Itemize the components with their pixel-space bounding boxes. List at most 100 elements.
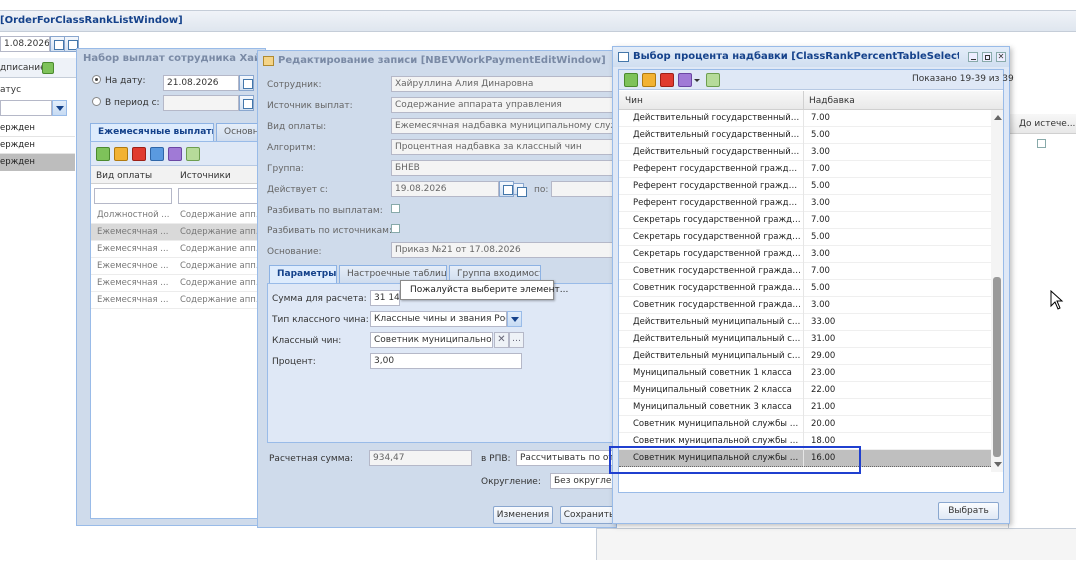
scroll-down-icon[interactable] [994,462,1002,467]
table-row[interactable]: Советник государственной гражданско... 3.… [619,297,991,314]
table-row[interactable]: Советник государственной гражданско... 7.… [619,263,991,280]
table-row[interactable]: Действительный государственный сов... 3.0… [619,144,991,161]
more-actions-chevron-icon[interactable] [694,79,700,82]
table-row[interactable]: Секретарь государственной гражданск... 5.… [619,229,991,246]
result-sum-field[interactable]: 934,47 [369,450,472,466]
back-row-selected[interactable]: ержден [0,154,75,171]
table-row[interactable]: Ежемесячная ... Содержание апп... [91,292,267,309]
filter-payment-type[interactable] [94,188,172,204]
period-from-field[interactable] [163,95,239,111]
tab-params[interactable]: Параметры [269,265,337,283]
cell-divider [803,212,804,229]
period-calendar-icon[interactable] [239,95,254,111]
valid-to-field[interactable] [551,181,617,197]
edit-icon[interactable] [114,147,128,161]
changes-button[interactable]: Изменения [493,506,553,524]
table-row[interactable]: Должностной ... Содержание апп... [91,207,267,224]
table-row[interactable]: Действительный муниципальный совет... 33.… [619,314,991,331]
table-row[interactable]: Советник муниципальной службы 1 кл... 20.… [619,416,991,433]
lower-background-strip [596,528,1076,560]
payment-type-field[interactable]: Ежемесячная надбавка муниципальному служ… [391,118,617,134]
close-icon[interactable]: ✕ [996,52,1006,62]
table-row[interactable]: Действительный муниципальный совет... 31.… [619,331,991,348]
back-row[interactable]: ержден [0,137,75,154]
table-row[interactable]: Муниципальный советник 1 класса 23.00 [619,365,991,382]
valid-from-calendar-icon[interactable] [499,181,514,197]
save-button[interactable]: Сохранить [560,506,618,524]
refresh-icon[interactable] [186,147,200,161]
split-sources-checkbox[interactable] [391,224,400,233]
rank-field[interactable]: Советник муниципальной ... [370,332,493,348]
table-row[interactable]: Секретарь государственной гражданск... 3.… [619,246,991,263]
calc-sum-label: Сумма для расчета: [272,294,367,304]
algorithm-field[interactable]: Процентная надбавка за классный чин [391,139,617,155]
table-row[interactable]: Муниципальный советник 3 класса 21.00 [619,399,991,416]
back-refresh-icon[interactable] [42,62,54,74]
more-actions-icon[interactable] [678,73,692,87]
back-date-field[interactable]: 1.08.2026 [0,36,50,52]
table-row[interactable]: Ежемесячное ... Содержание апп... [91,258,267,275]
table-row[interactable]: Советник государственной гражданско... 5.… [619,280,991,297]
table-row[interactable]: Действительный государственный сов... 5.0… [619,127,991,144]
cell-divider [803,229,804,246]
add-icon[interactable] [96,147,110,161]
edit-icon[interactable] [642,73,656,87]
copy-icon[interactable] [150,147,164,161]
employee-label: Сотрудник: [267,80,322,90]
table-row[interactable]: Секретарь государственной гражданск... 7.… [619,212,991,229]
scrollbar-thumb[interactable] [993,277,1001,457]
back-date-calendar-icon[interactable] [50,36,65,52]
split-payments-checkbox[interactable] [391,204,400,213]
rank-type-dropdown[interactable] [507,311,522,327]
table-row[interactable]: Ежемесячная ... Содержание апп... [91,275,267,292]
rpv-field[interactable]: Рассчитывать по отр... [516,450,617,466]
filter-sources[interactable] [178,188,264,204]
select-rank-ellipsis-icon[interactable]: … [509,332,524,348]
radio-date[interactable] [92,75,101,84]
table-row[interactable]: Ежемесячная ... Содержание апп... [91,224,267,241]
percent-field[interactable]: 3,00 [370,353,522,369]
table-row[interactable]: Действительный государственный сов... 7.0… [619,110,991,127]
add-icon[interactable] [624,73,638,87]
maximize-icon[interactable] [982,52,992,62]
group-field[interactable]: БНЕВ [391,160,617,176]
basis-field[interactable]: Приказ №21 от 17.08.2026 [391,242,617,258]
rounding-field[interactable]: Без округлен... [550,473,617,489]
minimize-icon[interactable] [968,52,978,62]
table-row[interactable]: Ежемесячная ... Содержание апп... [91,241,267,258]
tab-monthly-payments[interactable]: Ежемесячные выплаты [90,123,214,141]
scroll-up-icon[interactable] [994,115,1002,120]
bonus-cell: 3.00 [811,300,830,310]
back-status-dropdown[interactable] [52,100,67,116]
table-row[interactable]: Действительный муниципальный совет... 29.… [619,348,991,365]
employee-date-calendar-icon[interactable] [239,75,254,91]
refresh-icon[interactable] [706,73,720,87]
col-bonus[interactable]: Надбавка [809,96,855,106]
table-row[interactable]: Муниципальный советник 2 класса 22.00 [619,382,991,399]
rank-cell: Действительный государственный сов... [633,147,801,157]
bonus-cell: 7.00 [811,266,830,276]
table-row[interactable]: Референт государственной гражданск... 3.0… [619,195,991,212]
back-status-filter[interactable] [0,100,52,116]
delete-icon[interactable] [660,73,674,87]
employee-date-field[interactable]: 21.08.2026 [163,75,239,91]
source-field[interactable]: Содержание аппарата управления [391,97,617,113]
employee-field[interactable]: Хайруллина Алия Динаровна [391,76,617,92]
back-row[interactable]: ержден [0,120,75,137]
table-row[interactable]: Референт государственной гражданск... 5.0… [619,178,991,195]
valid-from-refresh-icon[interactable] [513,183,527,197]
cell-divider [803,365,804,382]
sum-icon[interactable] [168,147,182,161]
delete-icon[interactable] [132,147,146,161]
source-cell: Содержание апп... [180,227,264,237]
rank-type-field[interactable]: Классные чины и звания Росс... [370,311,507,327]
until-change-checkbox[interactable] [1037,139,1046,148]
source-cell: Содержание апп... [180,210,264,220]
valid-from-field[interactable]: 19.08.2026 [391,181,499,197]
table-row[interactable]: Референт государственной гражданск... 7.0… [619,161,991,178]
clear-rank-icon[interactable]: ✕ [494,332,509,348]
select-button[interactable]: Выбрать [938,502,999,520]
col-rank[interactable]: Чин [625,96,643,106]
calc-sum-field[interactable]: 31 14... [370,290,400,306]
radio-period[interactable] [92,97,101,106]
